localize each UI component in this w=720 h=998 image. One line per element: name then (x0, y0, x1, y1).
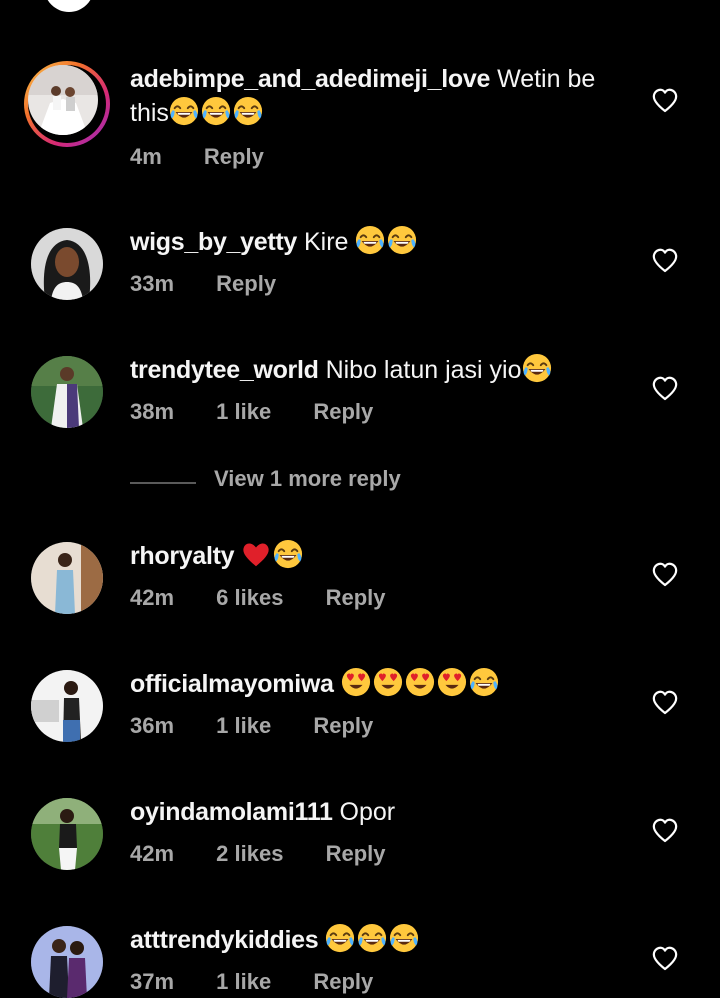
smiling-face-with-heart-eyes-emoji (437, 667, 467, 697)
comment-meta: 33m Reply (130, 271, 312, 297)
avatar[interactable] (31, 798, 103, 870)
comment-meta: 42m 6 likes Reply (130, 585, 422, 611)
comment-text: officialmayomiwa (130, 667, 610, 701)
comment-item: atttrendykiddies 37m 1 like Reply (0, 888, 720, 998)
comment-item: trendytee_world Nibo latun jasi yio 38m … (0, 318, 720, 428)
reply-button[interactable]: Reply (216, 271, 276, 296)
avatar-image (31, 798, 103, 870)
comment-meta: 37m 1 like Reply (130, 969, 409, 995)
comment-body: Kire (303, 228, 349, 256)
avatar[interactable] (31, 926, 103, 998)
comment-time: 36m (130, 713, 175, 738)
comment-meta: 38m 1 like Reply (130, 399, 409, 425)
avatar-image (28, 65, 98, 135)
comment-time: 42m (130, 841, 175, 866)
comment-text: adebimpe_and_adedimeji_love Wetin be thi… (130, 62, 610, 130)
comments-list: adebimpe_and_adedimeji_love Wetin be thi… (0, 0, 720, 998)
face-with-tears-of-joy-emoji (325, 923, 355, 953)
face-with-tears-of-joy-emoji (169, 96, 199, 126)
heart-outline-icon[interactable] (651, 945, 679, 971)
avatar[interactable] (31, 670, 103, 742)
comment-username[interactable]: atttrendykiddies (130, 926, 319, 954)
smiling-face-with-heart-eyes-emoji (373, 667, 403, 697)
comment-text: wigs_by_yetty Kire (130, 225, 610, 259)
comment-text: trendytee_world Nibo latun jasi yio (130, 353, 610, 387)
comment-likes[interactable]: 1 like (216, 399, 271, 424)
avatar[interactable] (44, 0, 94, 12)
comment-time: 33m (130, 271, 175, 296)
avatar-story-ring[interactable] (24, 61, 110, 147)
comment-time: 37m (130, 969, 175, 994)
heart-outline-icon[interactable] (651, 817, 679, 843)
comment-item: adebimpe_and_adedimeji_love Wetin be thi… (0, 58, 720, 170)
heart-outline-icon[interactable] (651, 247, 679, 273)
avatar-image (31, 670, 103, 742)
reply-button[interactable]: Reply (326, 841, 386, 866)
comment-username[interactable]: rhoryalty (130, 542, 235, 570)
divider (130, 482, 196, 484)
avatar[interactable] (31, 228, 103, 300)
face-with-tears-of-joy-emoji (469, 667, 499, 697)
avatar-image (31, 356, 103, 428)
comment-item: wigs_by_yetty Kire 33m Reply (0, 190, 720, 300)
comment-item: oyindamolami111 Opor 42m 2 likes Reply (0, 760, 720, 870)
reply-button[interactable]: Reply (313, 399, 373, 424)
avatar-image (31, 228, 103, 300)
smiling-face-with-heart-eyes-emoji (405, 667, 435, 697)
heart-outline-icon[interactable] (651, 87, 679, 113)
comment-username[interactable]: trendytee_world (130, 356, 319, 384)
comment-text: oyindamolami111 Opor (130, 795, 610, 829)
comment-text: atttrendykiddies (130, 923, 610, 957)
face-with-tears-of-joy-emoji (355, 225, 385, 255)
reply-button[interactable]: Reply (313, 969, 373, 994)
avatar[interactable] (31, 542, 103, 614)
face-with-tears-of-joy-emoji (233, 96, 263, 126)
face-with-tears-of-joy-emoji (387, 225, 417, 255)
face-with-tears-of-joy-emoji (201, 96, 231, 126)
comment-body: Nibo latun jasi yio (325, 356, 522, 384)
red-heart-emoji (241, 539, 271, 569)
smiling-face-with-heart-eyes-emoji (341, 667, 371, 697)
comment-text: rhoryalty (130, 539, 610, 573)
avatar-image (31, 542, 103, 614)
comment-likes[interactable]: 1 like (216, 969, 271, 994)
comment-username[interactable]: oyindamolami111 (130, 798, 333, 826)
comment-meta: 36m 1 like Reply (130, 713, 409, 739)
comment-item: rhoryalty 42m 6 likes Reply (0, 504, 720, 614)
comment-time: 42m (130, 585, 175, 610)
comment-username[interactable]: adebimpe_and_adedimeji_love (130, 65, 490, 93)
face-with-tears-of-joy-emoji (273, 539, 303, 569)
heart-outline-icon[interactable] (651, 375, 679, 401)
heart-outline-icon[interactable] (651, 689, 679, 715)
avatar-image (31, 926, 103, 998)
comment-time: 4m (130, 144, 162, 169)
comment-meta: 4m Reply (130, 144, 300, 170)
comment-username[interactable]: wigs_by_yetty (130, 228, 297, 256)
reply-button[interactable]: Reply (326, 585, 386, 610)
face-with-tears-of-joy-emoji (522, 353, 552, 383)
comment-likes[interactable]: 2 likes (216, 841, 283, 866)
reply-button[interactable]: Reply (313, 713, 373, 738)
face-with-tears-of-joy-emoji (389, 923, 419, 953)
reply-button[interactable]: Reply (204, 144, 264, 169)
comment-likes[interactable]: 1 like (216, 713, 271, 738)
comment-item: officialmayomiwa 36m 1 like Reply (0, 632, 720, 742)
comment-time: 38m (130, 399, 175, 424)
avatar[interactable] (31, 356, 103, 428)
comment-meta: 42m 2 likes Reply (130, 841, 422, 867)
comment-body: Opor (339, 798, 396, 826)
view-more-replies-label[interactable]: View 1 more reply (214, 466, 401, 492)
comment-username[interactable]: officialmayomiwa (130, 670, 334, 698)
heart-outline-icon[interactable] (651, 561, 679, 587)
face-with-tears-of-joy-emoji (357, 923, 387, 953)
comment-likes[interactable]: 6 likes (216, 585, 283, 610)
